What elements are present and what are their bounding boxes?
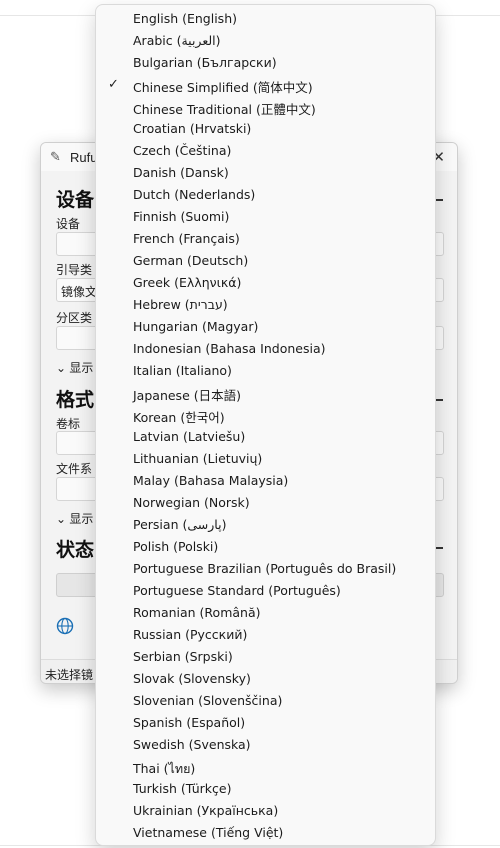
language-menu-item-label: Spanish (Español) xyxy=(133,715,246,730)
language-menu-item-label: Latvian (Latviešu) xyxy=(133,429,246,444)
language-menu-item[interactable]: Vietnamese (Tiếng Việt) xyxy=(96,821,435,843)
volume-label: 卷标 xyxy=(56,417,81,431)
section-status-heading: 状态 xyxy=(56,539,95,561)
language-menu: English (English) Arabic (العربية) Bulgari… xyxy=(95,4,436,846)
language-menu-item[interactable]: Portuguese Brazilian (Português do Brasi… xyxy=(96,557,435,579)
language-menu-item[interactable]: Greek (Ελληνικά) xyxy=(96,271,435,293)
boot-type-value: 镜像文 xyxy=(61,285,98,299)
language-menu-item[interactable]: Serbian (Srpski) xyxy=(96,645,435,667)
language-menu-item[interactable]: Thai (ไทย) xyxy=(96,755,435,777)
status-text: 未选择镜 xyxy=(45,668,94,682)
section-format-heading: 格式 xyxy=(56,389,95,411)
language-menu-item[interactable]: Polish (Polski) xyxy=(96,535,435,557)
checkmark-icon: ✓ xyxy=(108,76,119,91)
language-menu-item-label: Czech (Čeština) xyxy=(133,143,232,158)
language-menu-item-label: Ukrainian (Українська) xyxy=(133,803,279,818)
language-menu-item-label: Danish (Dansk) xyxy=(133,165,229,180)
language-menu-item[interactable]: German (Deutsch) xyxy=(96,249,435,271)
language-menu-item-label: Russian (Русский) xyxy=(133,627,248,642)
language-menu-item-label: Chinese Simplified (简体中文) xyxy=(133,80,313,95)
language-menu-item-label: Finnish (Suomi) xyxy=(133,209,230,224)
language-menu-item[interactable]: Swedish (Svenska) xyxy=(96,733,435,755)
language-menu-item-label: Croatian (Hrvatski) xyxy=(133,121,252,136)
language-menu-item[interactable]: Czech (Čeština) xyxy=(96,139,435,161)
language-menu-item[interactable]: Danish (Dansk) xyxy=(96,161,435,183)
language-menu-item[interactable]: Croatian (Hrvatski) xyxy=(96,117,435,139)
advanced-device-label: 显示 xyxy=(69,361,94,375)
language-menu-item[interactable]: Romanian (Română) xyxy=(96,601,435,623)
language-menu-item-label: Japanese (日本語) xyxy=(133,388,241,403)
language-menu-item-label: Vietnamese (Tiếng Việt) xyxy=(133,825,284,840)
language-menu-item-label: Romanian (Română) xyxy=(133,605,261,620)
language-menu-item-label: Chinese Traditional (正體中文) xyxy=(133,102,316,117)
language-menu-item[interactable]: Finnish (Suomi) xyxy=(96,205,435,227)
language-menu-item-label: Turkish (Türkçe) xyxy=(133,781,232,796)
language-menu-item-label: Korean (한국어) xyxy=(133,410,225,425)
language-menu-item[interactable]: Hungarian (Magyar) xyxy=(96,315,435,337)
language-menu-item[interactable]: Indonesian (Bahasa Indonesia) xyxy=(96,337,435,359)
language-menu-item[interactable]: Arabic (العربية) xyxy=(96,29,435,51)
language-menu-item-label: Hungarian (Magyar) xyxy=(133,319,259,334)
language-menu-item-label: Indonesian (Bahasa Indonesia) xyxy=(133,341,326,356)
usb-drive-icon: ✎ xyxy=(50,149,61,164)
language-menu-item-label: Polish (Polski) xyxy=(133,539,219,554)
language-menu-item-label: English (English) xyxy=(133,11,237,26)
section-device-heading: 设备 xyxy=(56,189,95,211)
language-menu-item[interactable]: Italian (Italiano) xyxy=(96,359,435,381)
language-menu-item-label: Italian (Italiano) xyxy=(133,363,232,378)
language-menu-item[interactable]: Malay (Bahasa Malaysia) xyxy=(96,469,435,491)
language-menu-item[interactable]: Korean (한국어) xyxy=(96,403,435,425)
window-title: Rufu xyxy=(70,150,98,165)
language-menu-item[interactable]: Persian (پارسی) xyxy=(96,513,435,535)
language-menu-item[interactable]: Russian (Русский) xyxy=(96,623,435,645)
language-menu-item-label: Portuguese Brazilian (Português do Brasi… xyxy=(133,561,397,576)
language-menu-item[interactable]: Ukrainian (Українська) xyxy=(96,799,435,821)
language-menu-item-label: German (Deutsch) xyxy=(133,253,249,268)
language-menu-item[interactable]: Dutch (Nederlands) xyxy=(96,183,435,205)
language-menu-item[interactable]: Slovenian (Slovenščina) xyxy=(96,689,435,711)
language-menu-item-label: Hebrew (עברית) xyxy=(133,297,228,312)
language-menu-item[interactable]: Chinese Traditional (正體中文) xyxy=(96,95,435,117)
language-menu-item-label: Serbian (Srpski) xyxy=(133,649,233,664)
language-menu-item[interactable]: Norwegian (Norsk) xyxy=(96,491,435,513)
boot-type-label: 引导类 xyxy=(56,263,93,277)
language-menu-item-label: Greek (Ελληνικά) xyxy=(133,275,242,290)
language-menu-item[interactable]: Turkish (Türkçe) xyxy=(96,777,435,799)
language-menu-item[interactable]: Japanese (日本語) xyxy=(96,381,435,403)
language-menu-item-label: Lithuanian (Lietuvių) xyxy=(133,451,263,466)
language-menu-item-label: Persian (پارسی) xyxy=(133,517,227,532)
advanced-format-toggle[interactable]: ⌄ 显示 xyxy=(56,510,93,527)
filesystem-label: 文件系 xyxy=(56,462,93,476)
language-menu-item[interactable]: Bulgarian (Български) xyxy=(96,51,435,73)
language-menu-item-label: Portuguese Standard (Português) xyxy=(133,583,341,598)
language-menu-item-label: Slovak (Slovensky) xyxy=(133,671,251,686)
language-menu-item-label: Malay (Bahasa Malaysia) xyxy=(133,473,289,488)
language-menu-item-label: Norwegian (Norsk) xyxy=(133,495,250,510)
language-menu-item[interactable]: French (Français) xyxy=(96,227,435,249)
language-menu-item-label: Dutch (Nederlands) xyxy=(133,187,256,202)
device-label: 设备 xyxy=(56,217,81,231)
language-menu-item-label: Swedish (Svenska) xyxy=(133,737,251,752)
language-globe-icon[interactable] xyxy=(56,617,74,635)
language-menu-item[interactable]: Hebrew (עברית) xyxy=(96,293,435,315)
language-menu-item-label: French (Français) xyxy=(133,231,240,246)
advanced-device-toggle[interactable]: ⌄ 显示 xyxy=(56,359,93,376)
language-menu-item[interactable]: Portuguese Standard (Português) xyxy=(96,579,435,601)
language-menu-item-label: Slovenian (Slovenščina) xyxy=(133,693,283,708)
language-menu-item[interactable]: English (English) xyxy=(96,7,435,29)
language-menu-item[interactable]: ✓ Chinese Simplified (简体中文) xyxy=(96,73,435,95)
partition-label: 分区类 xyxy=(56,311,93,325)
language-menu-item[interactable]: Lithuanian (Lietuvių) xyxy=(96,447,435,469)
advanced-format-label: 显示 xyxy=(69,512,94,526)
language-menu-item-label: Arabic (العربية) xyxy=(133,33,221,48)
language-menu-item[interactable]: Spanish (Español) xyxy=(96,711,435,733)
language-menu-item[interactable]: Slovak (Slovensky) xyxy=(96,667,435,689)
language-menu-item[interactable]: Latvian (Latviešu) xyxy=(96,425,435,447)
language-menu-item-label: Bulgarian (Български) xyxy=(133,55,277,70)
language-menu-item-label: Thai (ไทย) xyxy=(133,761,196,776)
